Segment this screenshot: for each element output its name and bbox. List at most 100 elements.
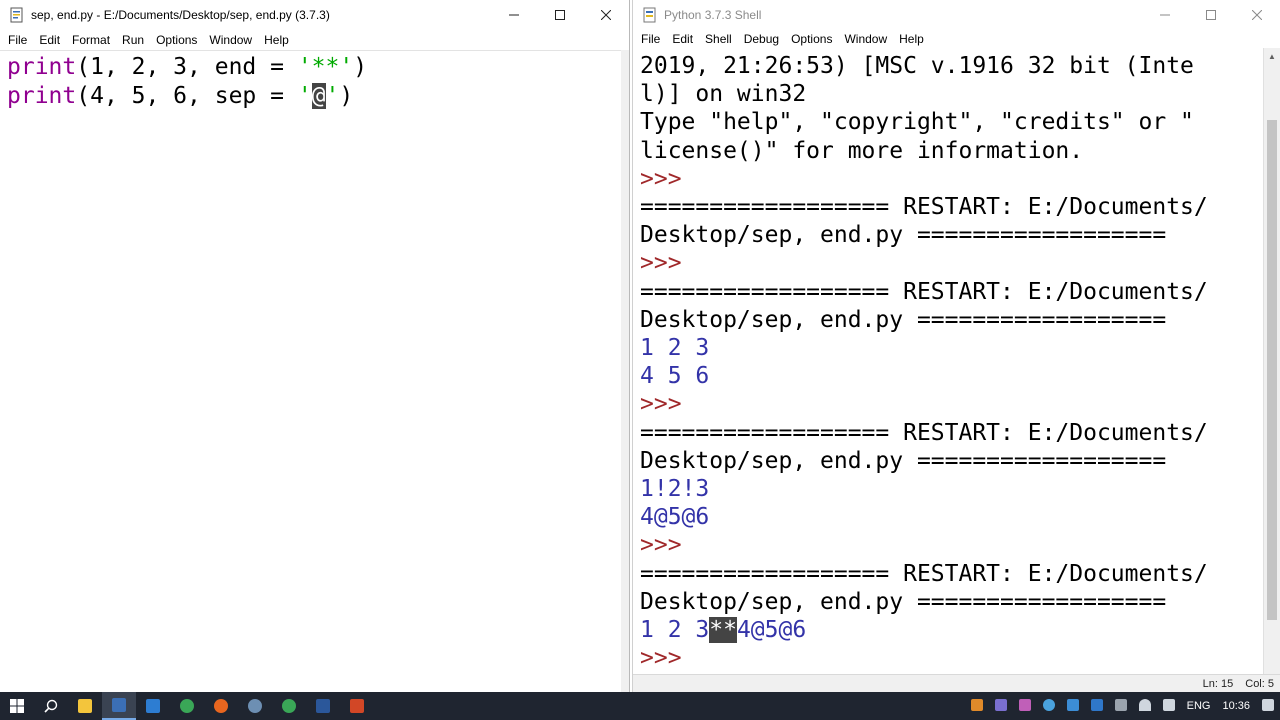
video-app-icon[interactable] <box>136 692 170 720</box>
search-icon[interactable] <box>34 692 68 720</box>
menu-help[interactable]: Help <box>893 29 930 49</box>
menu-debug[interactable]: Debug <box>738 29 785 49</box>
shell-prompt: >>> <box>640 165 682 192</box>
banner-line: license()" for more information. <box>640 137 1084 164</box>
restart-line: ================== RESTART: E:/Documents… <box>640 560 1208 587</box>
output-line: 4@5@6 <box>640 504 710 531</box>
restart-line: Desktop/sep, end.py ================== <box>640 588 1167 615</box>
idle-taskbar-icon[interactable] <box>102 692 136 720</box>
shell-titlebar[interactable]: Python 3.7.3 Shell <box>633 0 1280 30</box>
shell-window: Python 3.7.3 Shell File Edit Shell Debug… <box>632 0 1280 692</box>
editor-scrollbar[interactable] <box>621 50 629 692</box>
selected-output: ** <box>709 617 737 644</box>
restart-line: ================== RESTART: E:/Documents… <box>640 278 1208 305</box>
menu-shell[interactable]: Shell <box>699 29 738 49</box>
powerpoint-icon[interactable] <box>340 692 374 720</box>
restart-line: ================== RESTART: E:/Documents… <box>640 419 1208 446</box>
menu-options[interactable]: Options <box>150 30 203 50</box>
windows-start-icon[interactable] <box>0 692 34 720</box>
menu-window[interactable]: Window <box>203 30 258 50</box>
desktop: sep, end.py - E:/Documents/Desktop/sep, … <box>0 0 1280 720</box>
menu-help[interactable]: Help <box>258 30 295 50</box>
editor-menubar: File Edit Format Run Options Window Help <box>0 30 629 50</box>
maximize-button[interactable] <box>537 0 583 30</box>
code-string: '**' <box>297 54 354 80</box>
tray-app-icon[interactable] <box>965 698 989 714</box>
shell-prompt: >>> <box>640 250 682 277</box>
firefox-icon[interactable] <box>204 692 238 720</box>
tray-app-icon[interactable] <box>1013 698 1037 714</box>
banner-line: Type "help", "copyright", "credits" or " <box>640 109 1194 136</box>
tray-app-icon[interactable] <box>1061 698 1085 714</box>
code-line-2: print(4, 5, 6, sep = '@') <box>7 82 622 111</box>
code-args: (1, 2, 3, end = <box>76 54 298 80</box>
bluetooth-icon[interactable] <box>1085 698 1109 714</box>
code-string-quote-close: ' <box>325 82 340 109</box>
taskbar: ENG 10:36 <box>0 692 1280 720</box>
shell-menubar: File Edit Shell Debug Options Window Hel… <box>633 30 1280 48</box>
output-line: 4 5 6 <box>640 363 710 390</box>
pen-icon[interactable] <box>989 698 1013 714</box>
system-tray: ENG 10:36 <box>965 692 1280 720</box>
minimize-button[interactable] <box>1142 0 1188 30</box>
battery-icon[interactable] <box>1109 698 1133 714</box>
shell-window-title: Python 3.7.3 Shell <box>664 8 762 22</box>
banner-line: 2019, 21:26:53) [MSC v.1916 32 bit (Inte <box>640 53 1194 79</box>
banner-line: l)] on win32 <box>640 81 807 108</box>
chrome-icon[interactable] <box>170 692 204 720</box>
notifications-icon[interactable] <box>1256 698 1280 714</box>
code-line-1: print(1, 2, 3, end = '**') <box>7 53 622 82</box>
shell-prompt: >>> <box>640 532 682 559</box>
restart-line: ================== RESTART: E:/Documents… <box>640 194 1208 221</box>
menu-edit[interactable]: Edit <box>33 30 66 50</box>
scroll-up-icon[interactable]: ▲ <box>1264 48 1280 65</box>
restart-line: Desktop/sep, end.py ================== <box>640 447 1167 474</box>
language-indicator[interactable]: ENG <box>1181 700 1217 712</box>
idle-file-icon <box>9 7 25 23</box>
output-part: 1 2 3 <box>640 617 710 644</box>
word-icon[interactable] <box>306 692 340 720</box>
network-app-icon[interactable] <box>238 692 272 720</box>
column-number: Col: 5 <box>1245 677 1274 690</box>
code-close-paren: ) <box>339 82 354 109</box>
code-args: (4, 5, 6, sep = <box>76 82 298 109</box>
shell-prompt: >>> <box>640 391 682 418</box>
selected-text: @ <box>311 82 326 109</box>
close-button[interactable] <box>1234 0 1280 30</box>
minimize-button[interactable] <box>491 0 537 30</box>
editor-window: sep, end.py - E:/Documents/Desktop/sep, … <box>0 0 630 692</box>
editor-window-title: sep, end.py - E:/Documents/Desktop/sep, … <box>31 8 330 22</box>
code-editor[interactable]: print(1, 2, 3, end = '**') print(4, 5, 6,… <box>0 50 622 692</box>
menu-window[interactable]: Window <box>838 29 893 49</box>
chrome-profile-icon[interactable] <box>272 692 306 720</box>
menu-format[interactable]: Format <box>66 30 116 50</box>
shell-prompt: >>> <box>640 645 682 672</box>
maximize-button[interactable] <box>1188 0 1234 30</box>
shell-statusbar: Ln: 15 Col: 5 <box>633 674 1280 692</box>
output-line: 1 2 3**4@5@6 <box>640 616 1263 644</box>
shell-scrollbar[interactable]: ▲ <box>1263 48 1280 674</box>
menu-run[interactable]: Run <box>116 30 150 50</box>
onedrive-icon[interactable] <box>1037 698 1061 714</box>
wifi-icon[interactable] <box>1133 698 1157 714</box>
clock[interactable]: 10:36 <box>1216 700 1256 712</box>
shell-output[interactable]: 2019, 21:26:53) [MSC v.1916 32 bit (Inte… <box>633 48 1263 674</box>
file-explorer-icon[interactable] <box>68 692 102 720</box>
scroll-thumb[interactable] <box>1267 120 1277 620</box>
editor-titlebar[interactable]: sep, end.py - E:/Documents/Desktop/sep, … <box>0 0 629 30</box>
code-string-quote-open: ' <box>297 82 312 109</box>
menu-edit[interactable]: Edit <box>666 29 699 49</box>
keyword-print: print <box>7 54 77 80</box>
restart-line: Desktop/sep, end.py ================== <box>640 222 1167 249</box>
code-close-paren: ) <box>353 54 368 80</box>
menu-options[interactable]: Options <box>785 29 838 49</box>
output-part: 4@5@6 <box>736 617 807 644</box>
output-line: 1!2!3 <box>640 476 710 503</box>
keyword-print: print <box>7 82 77 109</box>
menu-file[interactable]: File <box>2 30 33 50</box>
output-line: 1 2 3 <box>640 335 710 362</box>
close-button[interactable] <box>583 0 629 30</box>
python-icon <box>642 7 658 23</box>
volume-icon[interactable] <box>1157 698 1181 714</box>
menu-file[interactable]: File <box>635 29 666 49</box>
